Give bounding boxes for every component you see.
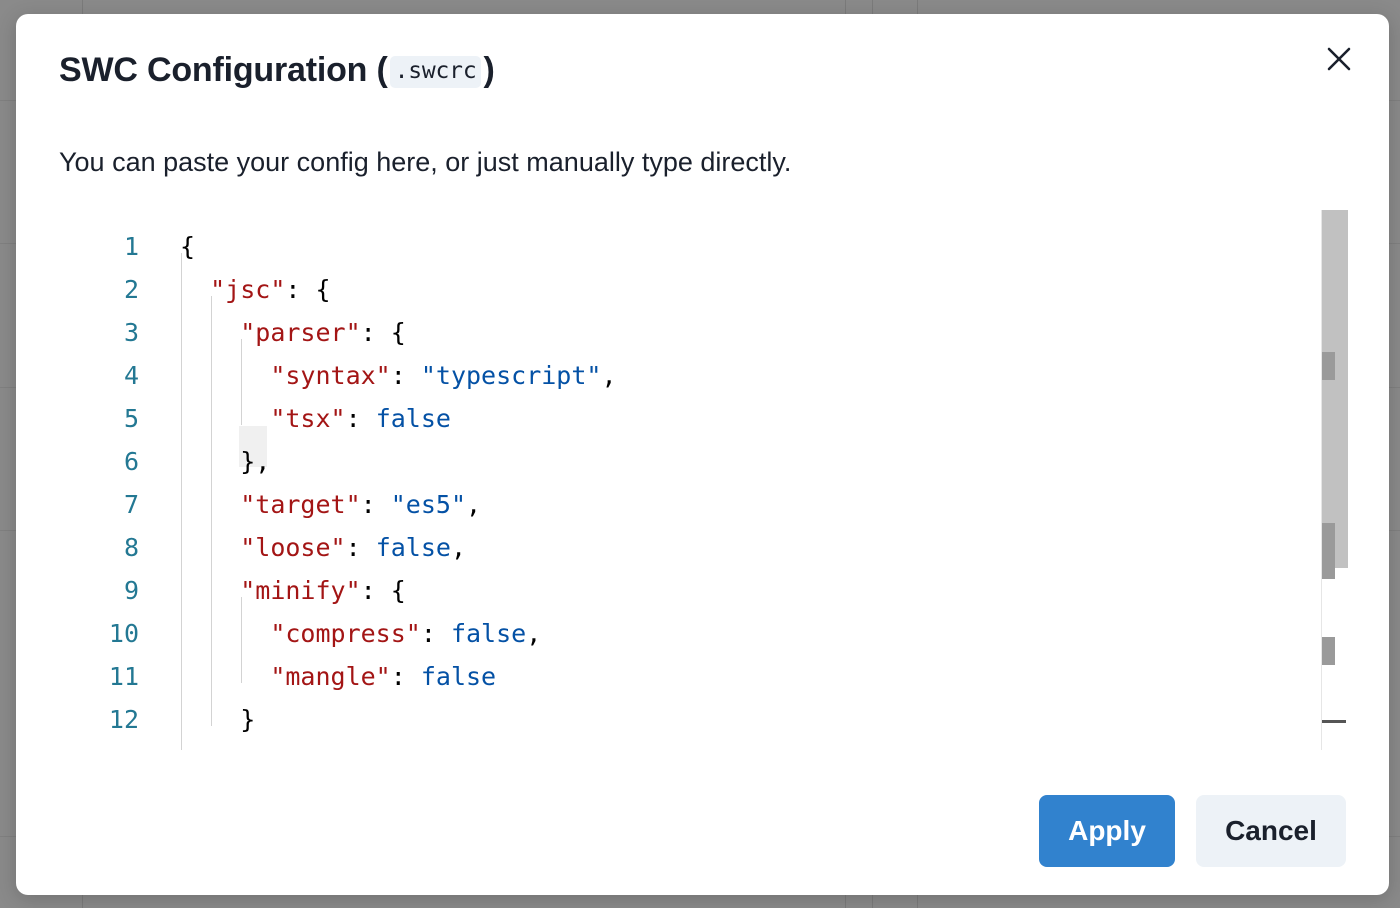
overview-ruler-mark	[1322, 637, 1335, 665]
json-boolean-value: false	[420, 662, 497, 691]
close-icon	[1327, 47, 1351, 71]
json-string-value: "typescript"	[420, 361, 602, 390]
cancel-button[interactable]: Cancel	[1196, 795, 1346, 867]
json-punctuation: :	[345, 404, 376, 433]
modal-title-close-paren: )	[483, 51, 495, 89]
json-key: "jsc"	[210, 275, 286, 304]
overview-ruler-cursor	[1322, 720, 1346, 723]
json-key: "tsx"	[270, 404, 346, 433]
line-number: 12	[108, 705, 139, 734]
json-punctuation: },	[240, 447, 271, 476]
json-key: "target"	[240, 490, 361, 519]
json-punctuation: :	[345, 533, 376, 562]
json-key: "syntax"	[270, 361, 391, 390]
json-key: "minify"	[240, 576, 361, 605]
json-punctuation: : {	[285, 275, 331, 304]
code-line[interactable]: }	[180, 698, 255, 741]
line-number-gutter: 12345678910111213	[59, 210, 139, 750]
json-key: "parser"	[240, 318, 361, 347]
json-key: "mangle"	[270, 662, 391, 691]
code-line[interactable]: }	[180, 741, 225, 750]
json-punctuation: :	[360, 490, 391, 519]
json-punctuation: :	[420, 619, 451, 648]
json-punctuation: ,	[526, 619, 542, 648]
json-key: "compress"	[270, 619, 421, 648]
apply-button[interactable]: Apply	[1039, 795, 1175, 867]
json-boolean-value: false	[375, 533, 451, 562]
line-number: 3	[123, 318, 139, 347]
json-punctuation: ,	[450, 533, 467, 562]
editor-scrollbar[interactable]	[1321, 210, 1348, 750]
modal-title-filename: .swcrc	[389, 56, 482, 88]
json-punctuation: : {	[360, 318, 406, 347]
json-punctuation: :	[390, 361, 421, 390]
modal-description: You can paste your config here, or just …	[59, 147, 792, 177]
swc-config-modal: SWC Configuration (.swcrc) You can paste…	[16, 14, 1389, 895]
close-button[interactable]	[1320, 40, 1358, 78]
json-punctuation: : {	[360, 576, 406, 605]
code-editor[interactable]: 12345678910111213 { "jsc": { "parser": {…	[59, 210, 1346, 750]
line-number: 2	[123, 275, 139, 304]
line-number: 9	[123, 576, 139, 605]
code-line[interactable]: {	[180, 225, 195, 268]
code-line[interactable]: "minify": {	[180, 569, 406, 612]
code-line[interactable]: "parser": {	[180, 311, 406, 354]
line-number: 8	[123, 533, 139, 562]
json-punctuation: ,	[466, 490, 482, 519]
json-punctuation: }	[210, 748, 225, 750]
overview-ruler-mark	[1322, 352, 1335, 380]
code-line[interactable]: "jsc": {	[180, 268, 331, 311]
code-line[interactable]: },	[180, 440, 270, 483]
modal-title-text: SWC Configuration (	[59, 51, 388, 89]
code-line[interactable]: "compress": false,	[180, 612, 541, 655]
scrollbar-thumb[interactable]	[1322, 210, 1348, 568]
json-punctuation: }	[240, 705, 256, 734]
json-string-value: "es5"	[390, 490, 467, 519]
code-line[interactable]: "syntax": "typescript",	[180, 354, 617, 397]
json-boolean-value: false	[450, 619, 527, 648]
line-number: 5	[123, 404, 139, 433]
line-number: 7	[123, 490, 139, 519]
json-key: "loose"	[240, 533, 346, 562]
code-line[interactable]: "tsx": false	[180, 397, 451, 440]
line-number: 6	[123, 447, 139, 476]
overview-ruler-mark	[1322, 523, 1335, 579]
line-number: 4	[123, 361, 139, 390]
json-punctuation: {	[180, 232, 196, 261]
code-line[interactable]: "target": "es5",	[180, 483, 481, 526]
json-boolean-value: false	[375, 404, 451, 433]
json-punctuation: :	[390, 662, 421, 691]
line-number: 13	[59, 741, 139, 750]
modal-title: SWC Configuration (.swcrc)	[59, 48, 495, 96]
code-line[interactable]: "mangle": false	[180, 655, 496, 698]
line-number: 10	[108, 619, 139, 648]
code-line[interactable]: "loose": false,	[180, 526, 466, 569]
line-number: 11	[108, 662, 139, 691]
line-number: 1	[123, 232, 139, 261]
code-area[interactable]: { "jsc": { "parser": { "syntax": "typesc…	[180, 210, 1320, 750]
json-punctuation: ,	[601, 361, 617, 390]
